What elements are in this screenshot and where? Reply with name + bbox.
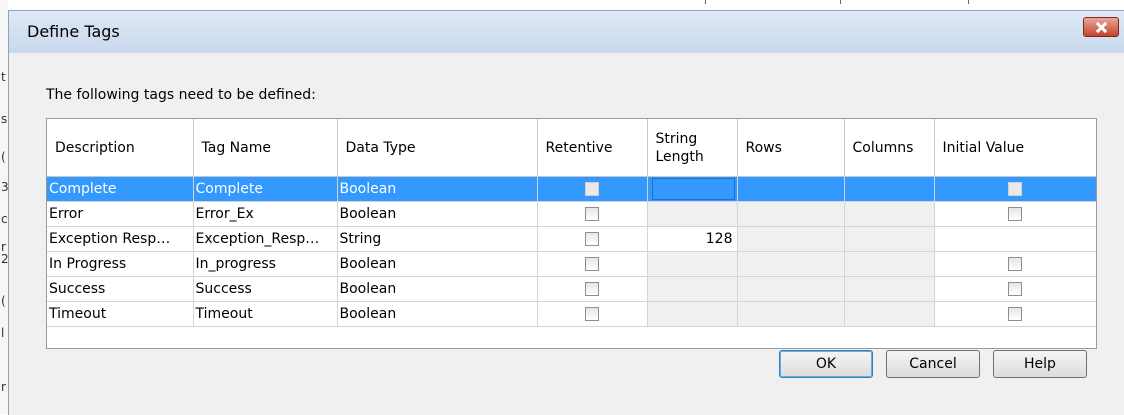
- cell-columns: [844, 276, 935, 302]
- table-row[interactable]: Success Success Boolean: [47, 276, 1096, 302]
- cell-description[interactable]: In Progress: [47, 251, 194, 277]
- cell-initial-value: [934, 226, 1096, 252]
- column-header-description[interactable]: Description: [47, 119, 194, 177]
- initial-value-checkbox[interactable]: [1008, 182, 1022, 196]
- background-tick: [840, 0, 841, 4]
- column-header-rows[interactable]: Rows: [737, 119, 845, 177]
- cell-description[interactable]: Complete: [47, 176, 194, 202]
- tags-table: Description Tag Name Data Type Retentive…: [47, 119, 1096, 327]
- prompt-text: The following tags need to be defined:: [46, 87, 316, 103]
- cell-retentive: [537, 276, 648, 302]
- column-header-tag-name[interactable]: Tag Name: [193, 119, 338, 177]
- cell-retentive: [537, 226, 648, 252]
- cell-data-type[interactable]: Boolean: [337, 201, 538, 227]
- cell-data-type[interactable]: Boolean: [337, 251, 538, 277]
- column-header-initial-value[interactable]: Initial Value: [934, 119, 1096, 177]
- cell-data-type[interactable]: String: [337, 226, 538, 252]
- cell-initial-value: [934, 251, 1096, 277]
- initial-value-checkbox[interactable]: [1008, 282, 1022, 296]
- column-header-string-length[interactable]: String Length: [647, 119, 738, 177]
- cell-columns: [844, 301, 935, 327]
- table-row[interactable]: Timeout Timeout Boolean: [47, 301, 1096, 327]
- cell-description[interactable]: Exception Resp…: [47, 226, 194, 252]
- cell-description[interactable]: Success: [47, 276, 194, 302]
- table-row[interactable]: In Progress In_progress Boolean: [47, 251, 1096, 277]
- cell-string-length[interactable]: [647, 201, 738, 227]
- cell-initial-value: [934, 301, 1096, 327]
- background-text-fragment: s: [1, 112, 8, 126]
- help-button[interactable]: Help: [993, 350, 1087, 378]
- ok-button[interactable]: OK: [779, 350, 873, 378]
- cell-initial-value: [934, 276, 1096, 302]
- retentive-checkbox[interactable]: [585, 282, 599, 296]
- retentive-checkbox[interactable]: [585, 182, 599, 196]
- string-length-edit-box[interactable]: [651, 178, 735, 200]
- cell-string-length[interactable]: [647, 176, 738, 202]
- cell-rows: [737, 301, 845, 327]
- cell-tag-name[interactable]: Success: [193, 276, 338, 302]
- cell-retentive: [537, 251, 648, 277]
- cell-tag-name[interactable]: Timeout: [193, 301, 338, 327]
- table-row[interactable]: Complete Complete Boolean: [47, 176, 1096, 202]
- cell-data-type[interactable]: Boolean: [337, 276, 538, 302]
- cell-rows: [737, 226, 845, 252]
- cell-columns: [844, 226, 935, 252]
- close-button[interactable]: [1083, 17, 1119, 37]
- column-header-data-type[interactable]: Data Type: [337, 119, 538, 177]
- cancel-button[interactable]: Cancel: [886, 350, 980, 378]
- column-header-retentive[interactable]: Retentive: [537, 119, 648, 177]
- cell-data-type[interactable]: Boolean: [337, 176, 538, 202]
- initial-value-checkbox[interactable]: [1008, 257, 1022, 271]
- background-text-fragment: l: [1, 326, 5, 340]
- background-text-fragment: r: [1, 380, 6, 394]
- dialog-title: Define Tags: [27, 22, 120, 41]
- cell-description[interactable]: Error: [47, 201, 194, 227]
- cell-initial-value: [934, 201, 1096, 227]
- table-row[interactable]: Error Error_Ex Boolean: [47, 201, 1096, 227]
- cell-rows: [737, 251, 845, 277]
- background-text-fragment: t: [1, 70, 6, 84]
- cell-description[interactable]: Timeout: [47, 301, 194, 327]
- retentive-checkbox[interactable]: [585, 307, 599, 321]
- cell-retentive: [537, 201, 648, 227]
- cell-string-length[interactable]: 128: [647, 226, 738, 252]
- cell-rows: [737, 276, 845, 302]
- cell-columns: [844, 201, 935, 227]
- retentive-checkbox[interactable]: [585, 257, 599, 271]
- column-header-columns[interactable]: Columns: [844, 119, 935, 177]
- string-length-label: String Length: [655, 130, 704, 165]
- cell-string-length[interactable]: [647, 301, 738, 327]
- cell-columns: [844, 251, 935, 277]
- cell-tag-name[interactable]: Complete: [193, 176, 338, 202]
- background-text-fragment: (: [1, 150, 6, 164]
- retentive-checkbox[interactable]: [585, 232, 599, 246]
- cell-string-length[interactable]: [647, 276, 738, 302]
- table-row[interactable]: Exception Resp… Exception_Resp… String 128: [47, 226, 1096, 252]
- background-tick: [705, 0, 706, 4]
- cell-data-type[interactable]: Boolean: [337, 301, 538, 327]
- cell-retentive: [537, 301, 648, 327]
- cell-tag-name[interactable]: In_progress: [193, 251, 338, 277]
- background-app-edge: t s ( 3 c r 2 ( l r: [0, 0, 9, 414]
- background-text-fragment: (: [1, 294, 6, 308]
- background-tick: [968, 0, 969, 4]
- initial-value-checkbox[interactable]: [1008, 207, 1022, 221]
- tags-grid[interactable]: Description Tag Name Data Type Retentive…: [46, 118, 1097, 349]
- header-row: Description Tag Name Data Type Retentive…: [47, 119, 1096, 177]
- cell-rows: [737, 176, 845, 202]
- cell-columns: [844, 176, 935, 202]
- cell-tag-name[interactable]: Error_Ex: [193, 201, 338, 227]
- background-text-fragment: c: [1, 212, 8, 226]
- cell-rows: [737, 201, 845, 227]
- title-bar[interactable]: Define Tags: [9, 11, 1124, 53]
- define-tags-dialog: Define Tags The following tags need to b…: [8, 10, 1124, 415]
- initial-value-checkbox[interactable]: [1008, 307, 1022, 321]
- cell-string-length[interactable]: [647, 251, 738, 277]
- cell-initial-value: [934, 176, 1096, 202]
- cell-tag-name[interactable]: Exception_Resp…: [193, 226, 338, 252]
- retentive-checkbox[interactable]: [585, 207, 599, 221]
- cell-retentive: [537, 176, 648, 202]
